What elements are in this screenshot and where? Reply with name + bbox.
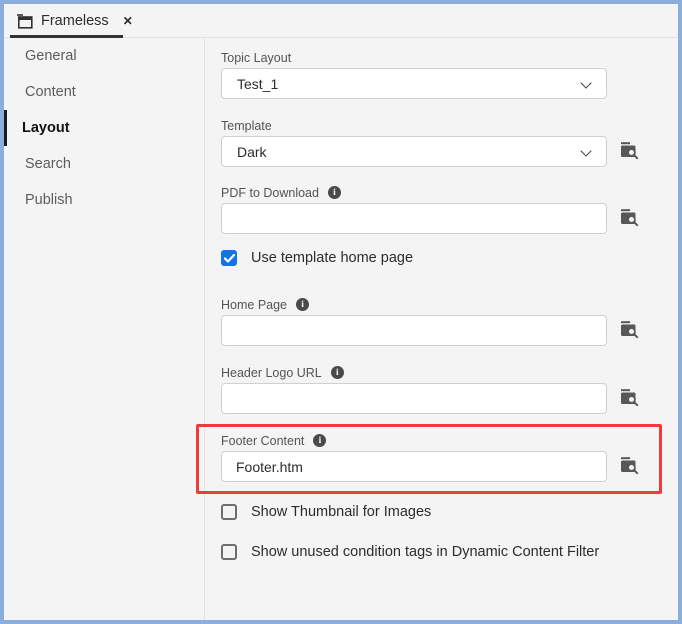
field-template: Template Dark xyxy=(221,118,661,167)
use-template-home-page-checkbox[interactable] xyxy=(221,250,237,266)
home-page-label: Home Page xyxy=(221,298,287,312)
folder-search-icon xyxy=(619,207,640,228)
frameless-layout-icon xyxy=(16,14,33,29)
sidebar-item-layout[interactable]: Layout xyxy=(4,110,204,146)
pdf-to-download-browse-button[interactable] xyxy=(617,207,641,231)
show-thumbnail-label[interactable]: Show Thumbnail for Images xyxy=(251,504,431,520)
show-unused-tags-row[interactable]: Show unused condition tags in Dynamic Co… xyxy=(221,544,599,560)
sidebar-item-search[interactable]: Search xyxy=(4,146,204,182)
show-thumbnail-row[interactable]: Show Thumbnail for Images xyxy=(221,504,431,520)
show-unused-tags-label[interactable]: Show unused condition tags in Dynamic Co… xyxy=(251,544,599,560)
show-thumbnail-checkbox[interactable] xyxy=(221,504,237,520)
folder-search-icon xyxy=(619,140,640,161)
sidebar-item-publish[interactable]: Publish xyxy=(4,182,204,218)
folder-search-icon xyxy=(619,387,640,408)
footer-content-input[interactable] xyxy=(222,452,606,481)
layout-settings-panel: Topic Layout Test_1 Template Dark xyxy=(205,38,678,620)
field-home-page: Home Page i xyxy=(221,297,661,346)
footer-content-label: Footer Content xyxy=(221,434,304,448)
header-logo-url-input[interactable] xyxy=(222,384,606,413)
home-page-input[interactable] xyxy=(222,316,606,345)
info-icon[interactable]: i xyxy=(296,298,309,311)
pdf-to-download-field xyxy=(221,203,607,234)
sidebar-item-general[interactable]: General xyxy=(4,38,204,74)
tab-frameless[interactable]: Frameless ✕ xyxy=(12,4,137,38)
info-icon[interactable]: i xyxy=(331,366,344,379)
template-value: Dark xyxy=(222,144,267,160)
tab-title: Frameless xyxy=(41,13,109,29)
show-unused-tags-checkbox[interactable] xyxy=(221,544,237,560)
template-label: Template xyxy=(221,119,272,133)
home-page-browse-button[interactable] xyxy=(617,319,641,343)
footer-content-field xyxy=(221,451,607,482)
info-icon[interactable]: i xyxy=(328,186,341,199)
use-template-home-page-row[interactable]: Use template home page xyxy=(221,250,413,266)
pdf-to-download-label: PDF to Download xyxy=(221,186,319,200)
topic-layout-value: Test_1 xyxy=(222,76,278,92)
pdf-to-download-input[interactable] xyxy=(222,204,606,233)
footer-content-browse-button[interactable] xyxy=(617,455,641,479)
header-logo-url-browse-button[interactable] xyxy=(617,387,641,411)
header-logo-url-label: Header Logo URL xyxy=(221,366,322,380)
chevron-down-icon xyxy=(580,77,591,88)
topic-layout-label: Topic Layout xyxy=(221,51,291,65)
template-select[interactable]: Dark xyxy=(221,136,607,167)
folder-search-icon xyxy=(619,319,640,340)
home-page-field xyxy=(221,315,607,346)
checkmark-icon xyxy=(224,254,235,263)
use-template-home-page-label[interactable]: Use template home page xyxy=(251,250,413,266)
topic-layout-select[interactable]: Test_1 xyxy=(221,68,607,99)
header-logo-url-field xyxy=(221,383,607,414)
field-header-logo-url: Header Logo URL i xyxy=(221,365,661,414)
field-footer-content: Footer Content i xyxy=(221,433,661,482)
template-browse-button[interactable] xyxy=(617,140,641,164)
field-topic-layout: Topic Layout Test_1 xyxy=(221,50,661,99)
close-icon[interactable]: ✕ xyxy=(123,14,133,28)
chevron-down-icon xyxy=(580,145,591,156)
field-pdf-to-download: PDF to Download i xyxy=(221,185,661,234)
tab-bar: Frameless ✕ xyxy=(4,4,678,38)
info-icon[interactable]: i xyxy=(313,434,326,447)
settings-sidebar: General Content Layout Search Publish xyxy=(4,38,205,620)
folder-search-icon xyxy=(619,455,640,476)
sidebar-item-content[interactable]: Content xyxy=(4,74,204,110)
frameless-settings-window: Frameless ✕ General Content Layout Searc… xyxy=(0,0,682,624)
